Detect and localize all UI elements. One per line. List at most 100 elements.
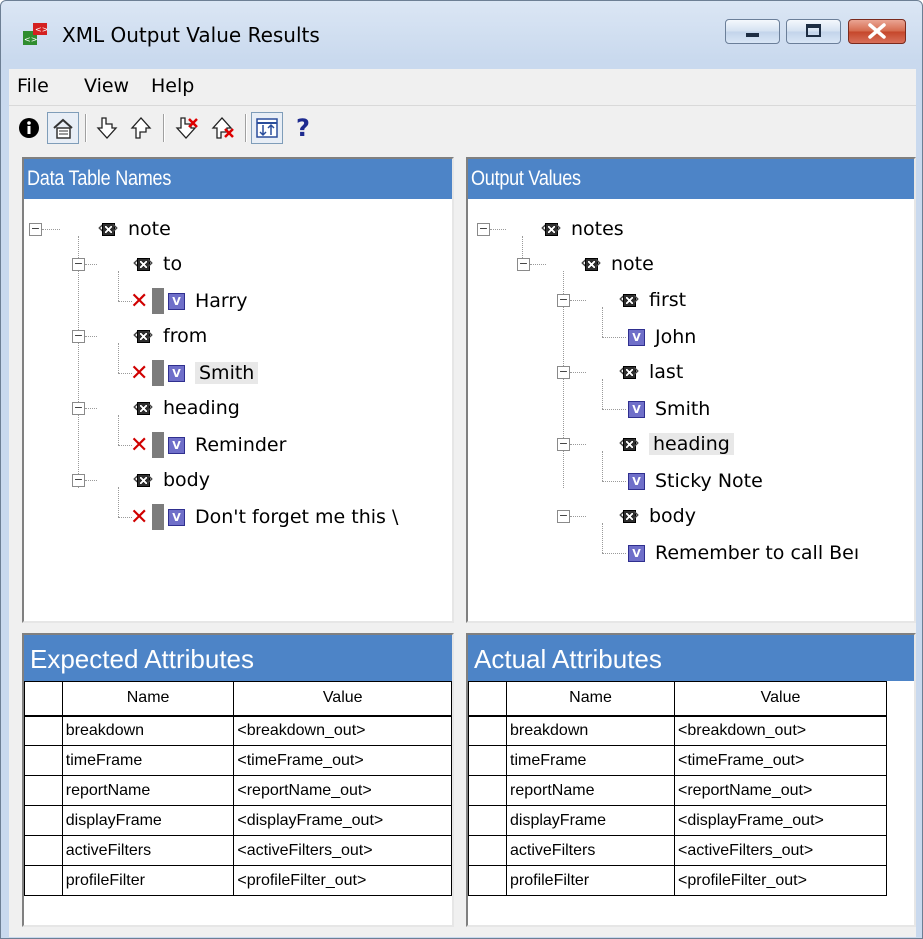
cell-value[interactable]: <displayFrame_out> bbox=[233, 805, 452, 836]
collapse-toggle[interactable]: − bbox=[29, 223, 42, 236]
cell-name[interactable]: profileFilter bbox=[61, 865, 235, 896]
table-row[interactable]: profileFilter <profileFilter_out> bbox=[24, 865, 452, 896]
cell-value[interactable]: <timeFrame_out> bbox=[674, 745, 887, 776]
tree-node-element[interactable]: body bbox=[618, 502, 696, 530]
cell-value[interactable]: <reportName_out> bbox=[674, 775, 887, 806]
cell-name[interactable]: reportName bbox=[506, 775, 675, 806]
cell-name[interactable]: displayFrame bbox=[61, 805, 235, 836]
cell-name[interactable]: activeFilters bbox=[506, 835, 675, 866]
collapse-toggle[interactable]: − bbox=[557, 366, 570, 379]
table-row[interactable]: breakdown <breakdown_out> bbox=[468, 715, 887, 746]
table-row[interactable]: timeFrame <timeFrame_out> bbox=[468, 745, 887, 776]
row-selector[interactable] bbox=[468, 715, 507, 746]
cell-name[interactable]: breakdown bbox=[506, 715, 675, 746]
cell-name[interactable]: timeFrame bbox=[61, 745, 235, 776]
tree-node-root[interactable]: note bbox=[97, 215, 171, 243]
collapse-toggle[interactable]: − bbox=[557, 294, 570, 307]
table-row[interactable]: activeFilters <activeFilters_out> bbox=[24, 835, 452, 866]
maximize-button[interactable] bbox=[786, 19, 841, 44]
tree-node-element[interactable]: body bbox=[132, 466, 210, 494]
table-row[interactable]: displayFrame <displayFrame_out> bbox=[24, 805, 452, 836]
row-selector[interactable] bbox=[24, 865, 63, 896]
row-selector[interactable] bbox=[24, 805, 63, 836]
title-bar[interactable]: <> <> XML Output Value Results bbox=[1, 1, 922, 47]
right-tree[interactable]: − notes − note − first V John − last V Smi… bbox=[468, 199, 914, 621]
column-header-name[interactable]: Name bbox=[61, 681, 235, 717]
cell-value[interactable]: <profileFilter_out> bbox=[674, 865, 887, 896]
next-error-button[interactable] bbox=[171, 112, 203, 144]
tree-node-element[interactable]: first bbox=[618, 286, 686, 314]
previous-error-button[interactable] bbox=[207, 112, 239, 144]
next-button[interactable] bbox=[91, 112, 123, 144]
cell-value[interactable]: <timeFrame_out> bbox=[233, 745, 452, 776]
minimize-button[interactable] bbox=[725, 19, 780, 44]
cell-value[interactable]: <profileFilter_out> bbox=[233, 865, 452, 896]
cell-value[interactable]: <activeFilters_out> bbox=[674, 835, 887, 866]
cell-value[interactable]: <breakdown_out> bbox=[233, 715, 452, 746]
column-header-value[interactable]: Value bbox=[674, 681, 887, 717]
table-row[interactable]: reportName <reportName_out> bbox=[468, 775, 887, 806]
close-button[interactable] bbox=[848, 19, 906, 44]
menu-file[interactable]: File bbox=[17, 75, 49, 97]
column-header-name[interactable]: Name bbox=[506, 681, 675, 717]
row-selector[interactable] bbox=[468, 805, 507, 836]
tree-node-element[interactable]: note bbox=[580, 250, 654, 278]
collapse-toggle[interactable]: − bbox=[557, 510, 570, 523]
expected-attributes-grid[interactable]: Name Value breakdown <breakdown_out> time… bbox=[24, 681, 452, 896]
row-selector[interactable] bbox=[24, 715, 63, 746]
table-row[interactable]: timeFrame <timeFrame_out> bbox=[24, 745, 452, 776]
left-tree[interactable]: − note − to V Harry − from V Smith − headi… bbox=[24, 199, 452, 621]
tree-node-value[interactable]: V Remember to call Beı bbox=[628, 539, 859, 567]
tree-node-element[interactable]: heading bbox=[132, 394, 240, 422]
help-button[interactable]: ? bbox=[287, 112, 319, 144]
table-row[interactable]: activeFilters <activeFilters_out> bbox=[468, 835, 887, 866]
cell-value[interactable]: <displayFrame_out> bbox=[674, 805, 887, 836]
tree-node-value[interactable]: V John bbox=[628, 323, 696, 351]
cell-name[interactable]: displayFrame bbox=[506, 805, 675, 836]
row-selector[interactable] bbox=[468, 745, 507, 776]
sort-button[interactable] bbox=[251, 112, 283, 144]
menu-help[interactable]: Help bbox=[151, 75, 194, 97]
collapse-toggle[interactable]: − bbox=[72, 330, 85, 343]
table-row[interactable]: breakdown <breakdown_out> bbox=[24, 715, 452, 746]
menu-view[interactable]: View bbox=[84, 75, 129, 97]
tree-node-element[interactable]: from bbox=[132, 322, 207, 350]
tree-node-value[interactable]: V Smith bbox=[628, 395, 710, 423]
tree-node-root[interactable]: notes bbox=[540, 215, 624, 243]
tree-node-value[interactable]: V Don't forget me this \ bbox=[130, 503, 398, 531]
row-selector[interactable] bbox=[468, 775, 507, 806]
tree-node-element[interactable]: last bbox=[618, 358, 683, 386]
tree-node-value[interactable]: V Reminder bbox=[130, 431, 286, 459]
tree-node-element[interactable]: heading bbox=[618, 430, 734, 458]
tree-node-value[interactable]: V Smith bbox=[130, 359, 259, 387]
previous-button[interactable] bbox=[125, 112, 157, 144]
column-header-value[interactable]: Value bbox=[233, 681, 452, 717]
cell-name[interactable]: breakdown bbox=[61, 715, 235, 746]
tree-node-element[interactable]: to bbox=[132, 250, 182, 278]
row-selector[interactable] bbox=[468, 865, 507, 896]
cell-value[interactable]: <activeFilters_out> bbox=[233, 835, 452, 866]
collapse-toggle[interactable]: − bbox=[477, 223, 490, 236]
cell-name[interactable]: activeFilters bbox=[61, 835, 235, 866]
collapse-toggle[interactable]: − bbox=[72, 258, 85, 271]
table-row[interactable]: reportName <reportName_out> bbox=[24, 775, 452, 806]
collapse-toggle[interactable]: − bbox=[517, 258, 530, 271]
collapse-toggle[interactable]: − bbox=[72, 474, 85, 487]
row-selector[interactable] bbox=[24, 835, 63, 866]
row-selector[interactable] bbox=[468, 835, 507, 866]
cell-name[interactable]: timeFrame bbox=[506, 745, 675, 776]
tree-node-value[interactable]: V Harry bbox=[130, 287, 247, 315]
cell-name[interactable]: profileFilter bbox=[506, 865, 675, 896]
collapse-toggle[interactable]: − bbox=[557, 438, 570, 451]
row-selector[interactable] bbox=[24, 775, 63, 806]
cell-name[interactable]: reportName bbox=[61, 775, 235, 806]
tree-node-value[interactable]: V Sticky Note bbox=[628, 467, 763, 495]
info-button[interactable] bbox=[13, 112, 45, 144]
table-row[interactable]: profileFilter <profileFilter_out> bbox=[468, 865, 887, 896]
cell-value[interactable]: <breakdown_out> bbox=[674, 715, 887, 746]
row-selector[interactable] bbox=[24, 745, 63, 776]
collapse-toggle[interactable]: − bbox=[72, 402, 85, 415]
table-row[interactable]: displayFrame <displayFrame_out> bbox=[468, 805, 887, 836]
properties-button[interactable] bbox=[47, 112, 79, 144]
actual-attributes-grid[interactable]: Name Value breakdown <breakdown_out> time… bbox=[468, 681, 887, 896]
